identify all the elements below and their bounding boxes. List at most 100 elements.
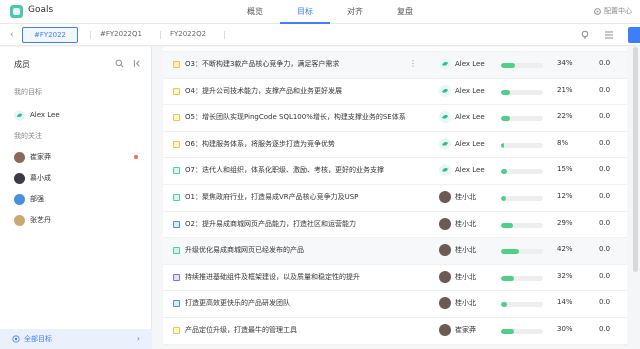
scrollbar[interactable] xyxy=(633,47,638,272)
goal-title[interactable]: 产品定位升级，打造最牛的管理工具 xyxy=(185,325,297,335)
goal-row[interactable]: O7：迭代人和组织，体系化职级、激励、考核，更好的业务支撑 Alex Lee 15%… xyxy=(163,158,627,185)
all-goals-button[interactable]: 全部目标 › xyxy=(0,329,152,349)
progress-percent: 42% xyxy=(557,245,573,254)
progress-bar-fill xyxy=(501,116,511,122)
goal-status-box[interactable] xyxy=(173,300,180,308)
progress-percent: 14% xyxy=(557,298,573,307)
tab-divider xyxy=(90,31,91,39)
goal-status-box[interactable] xyxy=(173,193,180,201)
goal-row[interactable]: O2：提升易成商城网页产品能力，打造社区和运营能力 桂小北 29% 0.0 xyxy=(163,212,627,239)
settings-button[interactable]: 配置中心 xyxy=(593,6,632,16)
goal-owner[interactable]: 桂小北 xyxy=(439,244,476,257)
member-name: 慕小成 xyxy=(30,174,51,182)
period-tab-fy2022q1[interactable]: #FY2022Q1 xyxy=(93,27,149,43)
more-options-icon[interactable]: ⋮ xyxy=(409,59,417,68)
goal-title[interactable]: O5：增长团队实现PingCode SQL100%增长，构建支撑业务的SE体系 xyxy=(185,112,406,122)
goal-owner[interactable]: 桂小北 xyxy=(439,217,476,230)
goal-row[interactable]: 产品定位升级，打造最牛的管理工具 崔家莽 30% 0.0 xyxy=(163,318,627,345)
progress-percent: 12% xyxy=(557,191,573,200)
goal-title[interactable]: O4：提升公司技术能力，支撑产品和业务更好发展 xyxy=(185,86,342,96)
goal-row[interactable]: O3：不断构建3款产品核心竞争力，满足客户需求 ⋮ Alex Lee 34% 0.0 xyxy=(163,52,627,79)
progress-bar-fill xyxy=(501,249,519,255)
goal-score: 0.0 xyxy=(599,298,611,307)
goal-title[interactable]: O7：迭代人和组织，体系化职级、激励、考核，更好的业务支撑 xyxy=(185,165,384,175)
goal-title[interactable]: 打造更高效更快乐的产品研发团队 xyxy=(185,298,290,308)
nav-tab-goals[interactable]: 目标 xyxy=(280,0,330,24)
member-name: 部强 xyxy=(30,195,44,203)
goal-status-box[interactable] xyxy=(173,140,180,148)
search-icon[interactable] xyxy=(115,59,124,68)
period-tab-fy2022[interactable]: #FY2022 xyxy=(22,27,78,43)
goal-owner[interactable]: 崔家莽 xyxy=(439,323,476,336)
goal-title[interactable]: O2：提升易成商城网页产品能力，打造社区和运营能力 xyxy=(185,219,356,229)
goal-status-box[interactable] xyxy=(173,273,180,281)
period-tab-fy2022q2[interactable]: FY2022Q2 xyxy=(160,27,216,43)
gear-icon xyxy=(594,7,601,15)
sidebar-member[interactable]: 崔家莽 xyxy=(14,150,51,164)
nav-tab-alignment[interactable]: 对齐 xyxy=(330,0,380,24)
sidebar-member[interactable]: 慕小成 xyxy=(14,171,51,185)
goal-title[interactable]: 升级优化易成商城网页已经发布的产品 xyxy=(185,245,304,255)
goal-row[interactable]: O5：增长团队实现PingCode SQL100%增长，构建支撑业务的SE体系 A… xyxy=(163,105,627,132)
owner-name: Alex Lee xyxy=(455,86,485,95)
target-icon xyxy=(12,335,20,343)
create-button[interactable] xyxy=(628,27,640,43)
goal-title[interactable]: O3：不断构建3款产品核心竞争力，满足客户需求 xyxy=(185,59,339,69)
goal-owner[interactable]: 桂小北 xyxy=(439,297,476,310)
goal-status-box[interactable] xyxy=(173,87,180,95)
sidebar-member[interactable]: 张艺丹 xyxy=(14,213,51,227)
avatar xyxy=(439,270,451,283)
lightbulb-icon[interactable] xyxy=(580,30,590,40)
goal-owner[interactable]: Alex Lee xyxy=(439,164,485,177)
goal-score: 0.0 xyxy=(599,324,611,333)
list-view-icon[interactable] xyxy=(604,30,614,40)
chevron-left-icon[interactable]: ‹ xyxy=(10,29,20,41)
goal-row[interactable]: 打造更高效更快乐的产品研发团队 桂小北 14% 0.0 xyxy=(163,291,627,318)
goal-status-box[interactable] xyxy=(173,247,180,255)
avatar xyxy=(439,137,451,150)
avatar xyxy=(14,193,25,205)
goal-owner[interactable]: Alex Lee xyxy=(439,58,485,70)
nav-tab-review[interactable]: 复盘 xyxy=(380,0,430,24)
member-name: 崔家莽 xyxy=(30,153,51,161)
avatar xyxy=(439,190,451,203)
sidebar-member[interactable]: 部强 xyxy=(14,192,44,206)
owner-name: Alex Lee xyxy=(455,113,485,122)
goal-row[interactable]: 升级优化易成商城网页已经发布的产品 桂小北 42% 0.0 xyxy=(163,238,627,265)
progress-percent: 34% xyxy=(557,59,573,67)
goal-row[interactable]: O4：提升公司技术能力，支撑产品和业务更好发展 Alex Lee 21% 0.0 xyxy=(163,79,627,106)
goal-owner[interactable]: 桂小北 xyxy=(439,270,476,283)
progress-bar-fill xyxy=(501,195,507,201)
collapse-sidebar-icon[interactable] xyxy=(133,59,142,68)
goal-score: 0.0 xyxy=(599,245,611,254)
goal-score: 0.0 xyxy=(599,271,611,280)
goal-score: 0.0 xyxy=(599,218,611,227)
goal-title[interactable]: 持续推进基础组件及框架建设，以及质量和稳定性的提升 xyxy=(185,272,360,282)
progress-bar-fill xyxy=(501,142,505,148)
goal-title[interactable]: O6：构建服务体系，将服务逐步打造为竞争优势 xyxy=(185,139,335,149)
goal-score: 0.0 xyxy=(599,165,611,174)
sidebar-member-me[interactable]: Alex Lee xyxy=(14,108,60,122)
goal-status-box[interactable] xyxy=(173,167,180,175)
progress-bar xyxy=(501,275,543,281)
app-title: Goals xyxy=(28,5,54,15)
goal-score: 0.0 xyxy=(599,138,611,147)
goal-owner[interactable]: 桂小北 xyxy=(439,190,476,203)
period-tab-bar: ‹ #FY2022 #FY2022Q1 FY2022Q2 xyxy=(0,24,640,46)
goal-row[interactable]: 持续推进基础组件及框架建设，以及质量和稳定性的提升 桂小北 32% 0.0 xyxy=(163,265,627,292)
goal-row[interactable]: O1：聚焦政府行业，打造易成VR产品核心竞争力及USP 桂小北 12% 0.0 xyxy=(163,185,627,212)
nav-tab-overview[interactable]: 概览 xyxy=(230,0,280,24)
goal-row[interactable]: O6：构建服务体系，将服务逐步打造为竞争优势 Alex Lee 8% 0.0 xyxy=(163,132,627,159)
goal-title[interactable]: O1：聚焦政府行业，打造易成VR产品核心竞争力及USP xyxy=(185,192,358,202)
member-sidebar: 成员 我的目标 Alex Lee 我的关注 崔家莽 慕小成 部强 张艺丹 全部目… xyxy=(0,47,152,349)
goal-status-box[interactable] xyxy=(173,326,180,334)
goal-owner[interactable]: Alex Lee xyxy=(439,137,485,150)
goal-status-box[interactable] xyxy=(173,61,180,68)
progress-percent: 32% xyxy=(557,271,573,280)
goal-owner[interactable]: Alex Lee xyxy=(439,111,485,124)
progress-bar-fill xyxy=(501,222,514,228)
goal-owner[interactable]: Alex Lee xyxy=(439,84,485,97)
goal-status-box[interactable] xyxy=(173,220,180,228)
goal-status-box[interactable] xyxy=(173,114,180,122)
progress-bar-fill xyxy=(501,275,515,281)
